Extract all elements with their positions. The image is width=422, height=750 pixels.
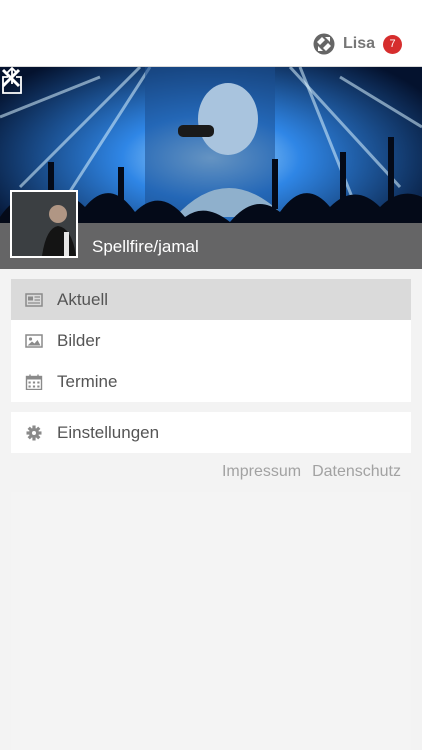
top-bar: Lisa 7 bbox=[0, 0, 422, 67]
close-icon[interactable] bbox=[0, 67, 22, 89]
menu-label-bilder: Bilder bbox=[57, 330, 101, 350]
menu-label-einstellungen: Einstellungen bbox=[57, 422, 160, 442]
menu-item-aktuell[interactable]: Aktuell bbox=[11, 279, 411, 320]
notification-badge[interactable]: 7 bbox=[383, 34, 402, 54]
menu-item-einstellungen[interactable]: Einstellungen bbox=[11, 412, 411, 453]
calendar-icon bbox=[25, 374, 43, 390]
avatar bbox=[10, 190, 78, 258]
menu-label-termine: Termine bbox=[57, 371, 118, 391]
user-account[interactable]: Lisa 7 bbox=[313, 32, 402, 56]
menu-label-aktuell: Aktuell bbox=[57, 289, 109, 309]
menu-item-termine[interactable]: Termine bbox=[11, 361, 411, 402]
content-area bbox=[11, 492, 411, 750]
gear-icon bbox=[26, 425, 42, 440]
footer-links: Impressum Datenschutz bbox=[222, 463, 401, 481]
newspaper-icon bbox=[25, 292, 43, 307]
datenschutz-link[interactable]: Datenschutz bbox=[312, 463, 401, 481]
app-logo-icon bbox=[313, 33, 335, 55]
menu-item-bilder[interactable]: Bilder bbox=[11, 320, 411, 361]
impressum-link[interactable]: Impressum bbox=[222, 463, 301, 481]
image-icon bbox=[25, 333, 43, 348]
main-menu: Aktuell Bilder Termine bbox=[11, 279, 411, 402]
user-name: Lisa bbox=[342, 35, 375, 52]
hero-banner: Spellfire/jamal bbox=[0, 67, 422, 269]
settings-menu: Einstellungen bbox=[11, 412, 411, 453]
artist-title: Spellfire/jamal bbox=[92, 237, 199, 256]
